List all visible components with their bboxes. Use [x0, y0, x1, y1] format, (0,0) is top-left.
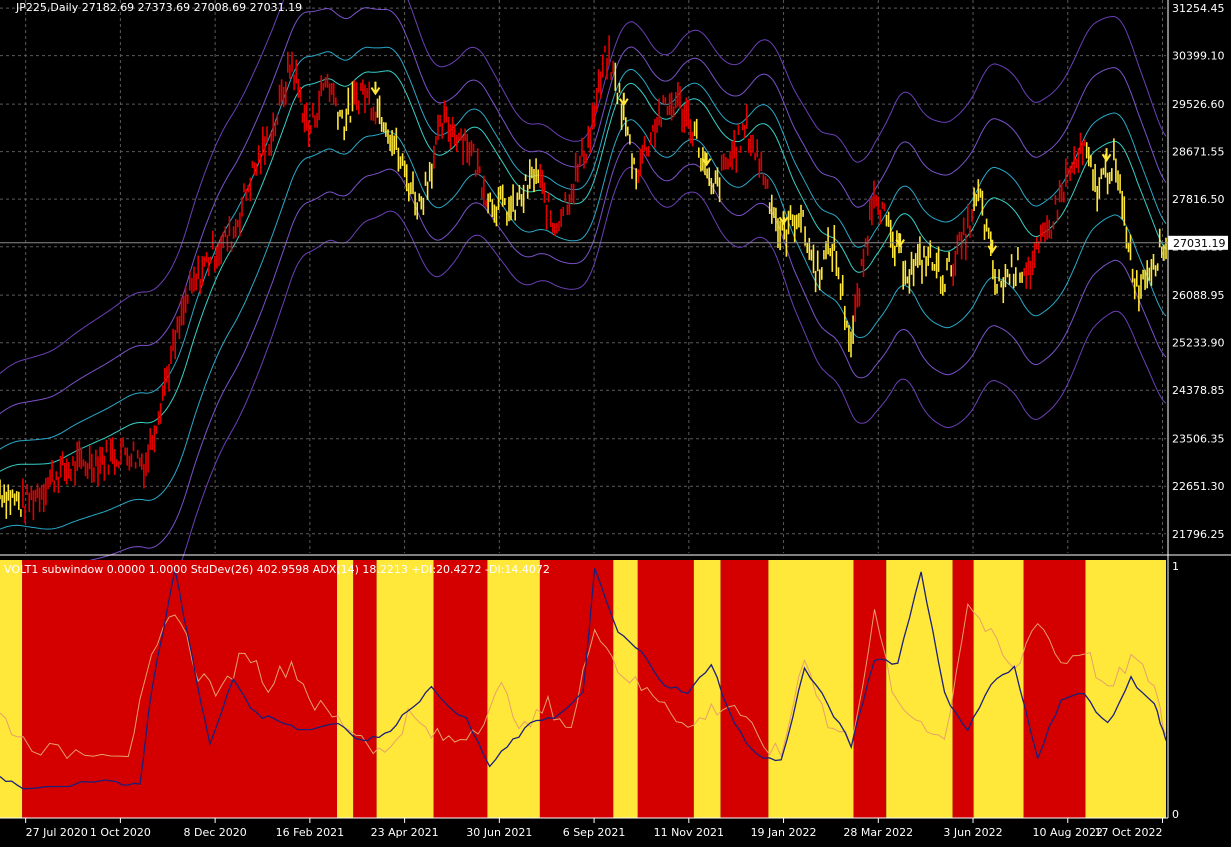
regime-bar-red [22, 560, 337, 818]
x-tick-label: 23 Apr 2021 [371, 826, 439, 839]
subwindow-header-text: VOLT1 subwindow 0.0000 1.0000 StdDev(26)… [4, 563, 550, 576]
regime-bar-red [433, 560, 488, 818]
regime-bar-yellow [376, 560, 434, 818]
regime-bar-yellow [337, 560, 354, 818]
y-tick-label: 23506.35 [1172, 433, 1225, 446]
sub-y-tick-label: 1 [1172, 560, 1179, 573]
regime-bar-yellow [886, 560, 953, 818]
y-tick-label: 30399.10 [1172, 50, 1225, 63]
x-tick-label: 10 Aug 2022 [1033, 826, 1103, 839]
regime-bar-red [539, 560, 614, 818]
regime-bar-red [353, 560, 377, 818]
x-tick-label: 28 Mar 2022 [843, 826, 913, 839]
y-tick-label: 27816.50 [1172, 193, 1225, 206]
x-tick-label: 17 Oct 2022 [1094, 826, 1162, 839]
chart-svg: 31254.45 30399.10 29526.60 28671.55 27816.50… [0, 0, 1231, 843]
regime-bar-yellow [768, 560, 854, 818]
x-tick-label: 19 Jan 2022 [751, 826, 817, 839]
trading-chart: 31254.45 30399.10 29526.60 28671.55 27816.50… [0, 0, 1231, 843]
regime-bar-yellow [693, 560, 721, 818]
y-tick-label: 22651.30 [1172, 480, 1225, 493]
x-tick-label: 11 Nov 2021 [654, 826, 724, 839]
y-tick-label: 21796.25 [1172, 528, 1225, 541]
x-tick-label: 16 Feb 2021 [276, 826, 344, 839]
regime-bar-yellow [973, 560, 1024, 818]
regime-bar-yellow [487, 560, 540, 818]
y-tick-label: 29526.60 [1172, 98, 1225, 111]
regime-bar-red [853, 560, 887, 818]
regime-bar-red [637, 560, 694, 818]
x-tick-label: 27 Jul 2020 [26, 826, 88, 839]
y-tick-label: 28671.55 [1172, 146, 1225, 159]
x-tick-label: 6 Sep 2021 [563, 826, 626, 839]
sub-y-tick-label: 0 [1172, 808, 1179, 821]
x-tick-label: 30 Jun 2021 [466, 826, 532, 839]
current-price-label: 27031.19 [1173, 237, 1226, 250]
y-tick-label: 31254.45 [1172, 2, 1225, 15]
x-tick-label: 1 Oct 2020 [90, 826, 151, 839]
y-tick-label: 24378.85 [1172, 384, 1225, 397]
y-tick-label: 25233.90 [1172, 337, 1225, 350]
x-tick-label: 3 Jun 2022 [943, 826, 1002, 839]
regime-bar-red [952, 560, 974, 818]
regime-bar-red [1023, 560, 1086, 818]
x-tick-label: 8 Dec 2020 [183, 826, 246, 839]
regime-bar-yellow [613, 560, 638, 818]
y-tick-label: 26088.95 [1172, 289, 1225, 302]
regime-bar-red [720, 560, 769, 818]
main-header-text: JP225,Daily 27182.69 27373.69 27008.69 2… [15, 1, 302, 14]
